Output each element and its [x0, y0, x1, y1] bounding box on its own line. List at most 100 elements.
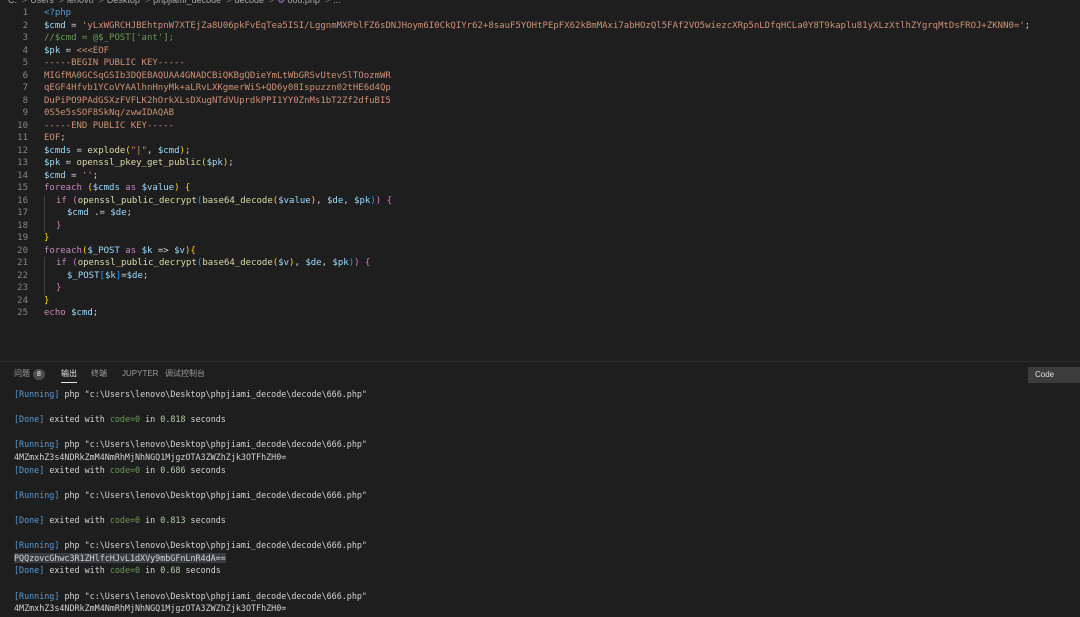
done-tag: [Done] — [14, 565, 45, 576]
code-token: $pk — [332, 258, 349, 268]
output-line: [Running] php "c:\Users\lenovo\Desktop\p… — [14, 590, 1080, 603]
output-line: [Done] exited with code=0 in 0.686 secon… — [14, 464, 1080, 477]
line-number: 24 — [17, 295, 28, 306]
code-token: $cmds — [44, 145, 72, 156]
code-line[interactable]: 7 qEGF4Hfvb1YCoVYAAlhnHnyMk+aLRvLXKgmerWi… — [0, 82, 1080, 95]
code-line[interactable]: 13 $pk = openssl_pkey_get_public($pk); — [0, 157, 1080, 170]
in-text: in — [145, 514, 156, 525]
output-line: [Done] exited with code=0 in 0.813 secon… — [14, 514, 1080, 527]
line-number: 22 — [17, 270, 28, 281]
code-line[interactable]: 14 $cmd = ''; — [0, 170, 1080, 183]
breadcrumb-item[interactable]: lenovo — [67, 0, 94, 5]
code-token: = — [65, 170, 82, 181]
code-line[interactable]: 24} — [0, 295, 1080, 308]
breadcrumb-item[interactable]: ... — [333, 0, 341, 5]
code-text: 0S5e5sSOF8SkNq/zwwIDAQAB — [44, 107, 1080, 120]
code-token: '' — [81, 170, 93, 181]
tab-problems-label: 问题 — [14, 369, 30, 378]
tab-output-label: 输出 — [61, 369, 77, 378]
running-tag: [Running] — [14, 540, 60, 551]
code-line[interactable]: 20 foreach($_POST as $k => $v){ — [0, 245, 1080, 258]
breadcrumb-item[interactable]: C: — [8, 0, 17, 5]
code-line[interactable]: 9 0S5e5sSOF8SkNq/zwwIDAQAB — [0, 107, 1080, 120]
code-line[interactable]: 22 $_POST[$k]=$de; — [0, 269, 1080, 282]
breadcrumb-item[interactable]: decode — [234, 0, 264, 5]
tab-debug-console[interactable]: 调试控制台 — [165, 368, 205, 382]
output-channel-select[interactable]: Code — [1028, 367, 1080, 383]
selected-output-value[interactable]: PQQzovcGhwc3R1ZHlfcHJvL1dXVy9mbGFnLnR4dA… — [14, 552, 226, 563]
code-token: openssl_pkey_get_public — [76, 158, 202, 168]
code-token: $_POST — [67, 270, 100, 281]
code-line[interactable]: 15 foreach ($cmds as $value) { — [0, 182, 1080, 195]
code-line[interactable]: 21 if (openssl_public_decrypt(base64_deco… — [0, 257, 1080, 270]
exit-code: code=0 — [109, 464, 141, 475]
breadcrumb-item[interactable]: Desktop — [107, 0, 140, 5]
code-line[interactable]: 8 DuPiPO9PAdGSXzFVFLK2hOrkXLsDXugNTdVUprd… — [0, 95, 1080, 108]
code-line[interactable]: 11 EOF; — [0, 132, 1080, 145]
code-token: MIGfMA0GCSqGSIb3DQEBAQUAA4GNADCBiQKBgQDi… — [44, 70, 391, 81]
tab-problems[interactable]: 问题 8 — [14, 368, 45, 382]
line-number: 8 — [22, 95, 28, 106]
code-line[interactable]: 18} — [0, 219, 1080, 232]
line-number: 7 — [22, 83, 28, 93]
code-token: 'yLxWGRCHJBEhtpnW7XTEjZa8U06pkFvEqTea5IS… — [81, 20, 1025, 31]
line-number: 1 — [22, 8, 28, 18]
line-number: 11 — [17, 133, 28, 143]
breadcrumb-item[interactable]: Users — [30, 0, 54, 5]
code-editor[interactable]: 1 <?php 2 $cmd = 'yLxWGRCHJBEhtpnW7XTEjZa8U… — [0, 7, 1080, 359]
code-line[interactable]: 10 -----END PUBLIC KEY----- — [0, 120, 1080, 133]
line-number: 25 — [17, 308, 28, 318]
code-text: $cmd = 'yLxWGRCHJBEhtpnW7XTEjZa8U06pkFvE… — [44, 20, 1080, 33]
running-tag: [Running] — [14, 439, 60, 450]
code-line[interactable]: 4 $pk = <<<EOF — [0, 45, 1080, 58]
exited-text: exited with — [49, 464, 105, 475]
code-line[interactable]: 3 //$cmd = @$_POST['ant']; — [0, 32, 1080, 45]
code-token: ; — [228, 158, 234, 168]
tab-jupyter[interactable]: JUPYTER — [122, 368, 158, 382]
breadcrumb-separator: > — [98, 0, 104, 5]
code-token: $pk — [44, 45, 61, 56]
in-text: in — [145, 464, 156, 475]
code-line[interactable]: 25 echo $cmd; — [0, 307, 1080, 320]
line-number: 12 — [17, 145, 28, 156]
code-token: explode — [87, 145, 126, 156]
breadcrumb-item[interactable]: 666.php — [287, 0, 320, 5]
code-line[interactable]: 23} — [0, 282, 1080, 295]
running-tag: [Running] — [14, 590, 60, 601]
indent-guide — [44, 194, 56, 207]
code-token: $de — [326, 195, 344, 206]
code-line[interactable]: 1 <?php — [0, 7, 1080, 20]
tab-output[interactable]: 输出 — [61, 368, 77, 383]
code-token: { — [364, 258, 371, 268]
code-line[interactable]: 17 $cmd .= $de; — [0, 207, 1080, 220]
code-line[interactable]: 12 $cmds = explode("|", $cmd); — [0, 145, 1080, 158]
seconds-text: seconds — [185, 565, 221, 576]
breadcrumb-item[interactable]: phpjiami_decode — [153, 0, 221, 5]
code-token: $value — [278, 195, 311, 206]
code-line[interactable]: 6 MIGfMA0GCSqGSIb3DQEBAQUAA4GNADCBiQKBgQD… — [0, 70, 1080, 83]
code-token: foreach — [44, 183, 82, 193]
panel-tab-bar: 问题 8 输出 终端 JUPYTER 调试控制台 Code — [0, 362, 1080, 386]
code-token: , — [321, 258, 333, 268]
output-log[interactable]: [Running] php "c:\Users\lenovo\Desktop\p… — [0, 388, 1080, 617]
tab-terminal[interactable]: 终端 — [91, 368, 107, 382]
code-token: $cmd — [67, 208, 89, 218]
code-token: { — [386, 195, 393, 206]
exited-text: exited with — [49, 565, 105, 576]
code-line[interactable]: 5 -----BEGIN PUBLIC KEY----- — [0, 57, 1080, 70]
code-token: = — [65, 20, 82, 31]
code-token: } — [44, 295, 50, 306]
code-line[interactable]: 16 if (openssl_public_decrypt(base64_deco… — [0, 194, 1080, 207]
code-token: $_POST — [87, 245, 120, 256]
line-number: 13 — [17, 158, 28, 168]
code-token: $v — [174, 245, 185, 256]
run-command: php "c:\Users\lenovo\Desktop\phpjiami_de… — [64, 590, 367, 601]
code-line[interactable]: 2 $cmd = 'yLxWGRCHJBEhtpnW7XTEjZa8U06pkFv… — [0, 20, 1080, 33]
done-tag: [Done] — [14, 414, 45, 425]
code-token: , — [343, 195, 355, 206]
code-line[interactable]: 19} — [0, 232, 1080, 245]
breadcrumb[interactable]: C: > Users > lenovo > Desktop > phpjiami_decode >… — [0, 0, 1080, 7]
